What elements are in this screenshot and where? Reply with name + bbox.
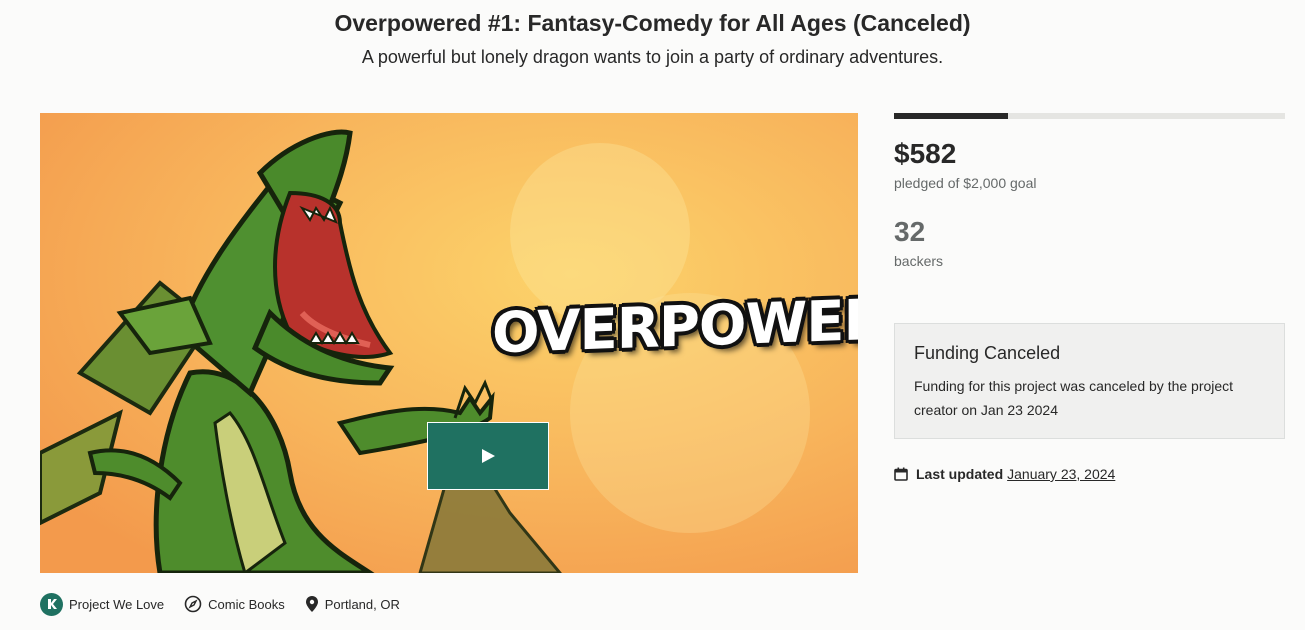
calendar-icon (894, 467, 908, 481)
play-icon (482, 449, 495, 463)
tag-label: Portland, OR (324, 596, 400, 612)
project-tags: Project We Love Comic Books Portland, OR (40, 592, 420, 616)
last-updated-label: Last updated (916, 466, 1004, 482)
last-updated-date-link[interactable]: January 23, 2024 (1007, 466, 1115, 482)
funding-status-box: Funding Canceled Funding for this projec… (894, 323, 1285, 439)
backers-count: 32 (894, 216, 926, 247)
kickstarter-badge-icon (40, 592, 63, 616)
last-updated: Last updated January 23, 2024 (894, 466, 1115, 482)
funding-status-heading: Funding Canceled (914, 343, 1061, 363)
funding-status-text: Funding for this project was canceled by… (914, 378, 1234, 418)
pledged-goal-label: pledged of $2,000 goal (894, 175, 1037, 191)
page-title: Overpowered #1: Fantasy-Comedy for All A… (334, 10, 971, 36)
tag-comic-books[interactable]: Comic Books (184, 595, 285, 613)
funding-progress-bar (894, 113, 1285, 119)
tag-location[interactable]: Portland, OR (305, 595, 400, 613)
funding-progress-fill (894, 113, 1008, 119)
pledged-amount: $582 (894, 138, 957, 169)
backers-label: backers (894, 253, 944, 269)
play-video-button[interactable] (427, 422, 549, 490)
location-pin-icon (305, 595, 319, 613)
tag-label: Project We Love (69, 596, 165, 612)
tag-label: Comic Books (208, 596, 285, 612)
page-subtitle: A powerful but lonely dragon wants to jo… (361, 47, 944, 67)
tag-project-we-love[interactable]: Project We Love (40, 592, 165, 616)
project-video[interactable]: OVERPOWERED (40, 113, 858, 573)
compass-icon (184, 595, 202, 613)
